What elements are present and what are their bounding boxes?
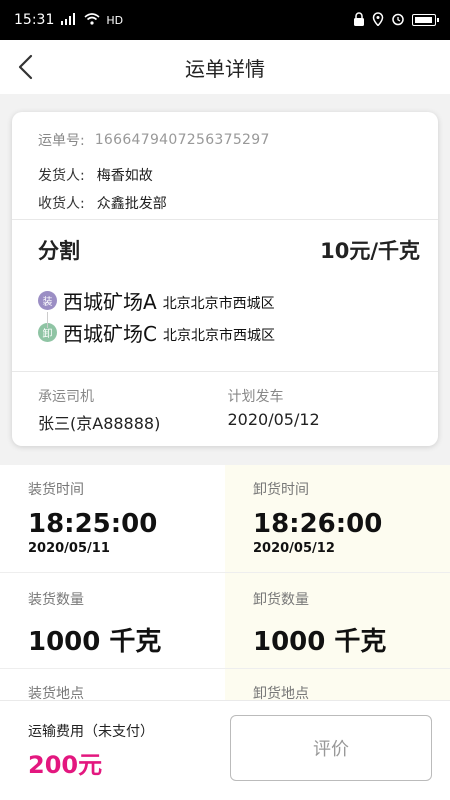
plan-departure-date: 2020/05/12	[227, 410, 320, 429]
load-time-label: 装货时间	[28, 482, 84, 498]
unload-date: 2020/05/12	[253, 541, 335, 556]
details-grid: 装货时间 18:25:00 2020/05/11 卸货时间 18:26:00 2…	[0, 465, 450, 700]
load-stop: 装 西城矿场A 北京北京市西城区	[38, 284, 420, 316]
bottom-bar: 运输费用（未支付） 200元 评价	[0, 700, 450, 800]
hd-icon: HD	[106, 13, 124, 27]
load-place-cell: 装货地点	[0, 669, 225, 700]
shipper-name: 梅香如故	[96, 168, 153, 184]
signal-icon	[60, 12, 78, 28]
waybill-info: 运单号: 1666479407256375297 发货人: 梅香如故 收货人: …	[12, 112, 438, 220]
location-icon	[372, 11, 384, 29]
unload-time: 18:26:00	[253, 509, 383, 539]
fee-label: 运输费用（未支付）	[28, 724, 154, 740]
load-place-label: 装货地点	[28, 686, 84, 700]
cargo-price: 10元/千克	[320, 239, 420, 263]
waybill-card: 运单号: 1666479407256375297 发货人: 梅香如故 收货人: …	[12, 112, 438, 446]
unload-place-label: 卸货地点	[253, 686, 309, 700]
route-connector	[47, 312, 48, 328]
unload-place-cell: 卸货地点	[225, 669, 450, 700]
wifi-icon	[84, 12, 100, 28]
status-time: 15:31	[14, 12, 55, 28]
waybill-number: 1666479407256375297	[94, 132, 270, 148]
load-qty-cell: 装货数量 1000 千克	[0, 573, 225, 668]
lock-icon	[353, 11, 365, 29]
waybill-number-label: 运单号:	[38, 133, 85, 149]
alarm-icon	[391, 12, 405, 29]
cargo-name: 分割	[38, 239, 80, 263]
battery-icon	[412, 14, 439, 26]
driver-label: 承运司机	[38, 389, 94, 405]
fee-amount: 200元	[28, 751, 103, 779]
load-place: 西城矿场A	[63, 289, 157, 314]
unload-address: 北京北京市西城区	[162, 328, 275, 344]
rate-button[interactable]: 评价	[230, 715, 432, 781]
unload-qty-label: 卸货数量	[253, 592, 309, 608]
load-time: 18:25:00	[28, 509, 158, 539]
driver-value: 张三(京A88888)	[38, 414, 161, 433]
unload-qty-cell: 卸货数量 1000 千克	[225, 573, 450, 668]
load-date: 2020/05/11	[28, 541, 110, 556]
route: 装 西城矿场A 北京北京市西城区 卸 西城矿场C 北京北京市西城区	[38, 284, 420, 348]
load-address: 北京北京市西城区	[162, 296, 275, 312]
cargo-route: 分割 10元/千克 装 西城矿场A 北京北京市西城区 卸 西城矿场C 北京北京市…	[12, 220, 438, 372]
plan-departure-label: 计划发车	[227, 389, 284, 405]
unload-stop: 卸 西城矿场C 北京北京市西城区	[38, 316, 420, 348]
nav-bar: 运单详情	[0, 40, 450, 94]
load-badge-icon: 装	[38, 290, 57, 310]
unload-time-cell: 卸货时间 18:26:00 2020/05/12	[225, 465, 450, 572]
back-icon[interactable]	[12, 52, 42, 82]
trip-info: 承运司机 张三(京A88888) 计划发车 2020/05/12	[12, 372, 438, 446]
consignee-label: 收货人:	[38, 196, 85, 212]
load-qty-label: 装货数量	[28, 592, 84, 608]
consignee-name: 众鑫批发部	[96, 196, 167, 212]
page-title: 运单详情	[185, 56, 265, 81]
load-time-cell: 装货时间 18:25:00 2020/05/11	[0, 465, 225, 572]
unload-time-label: 卸货时间	[253, 482, 309, 498]
status-bar: 15:31 HD	[0, 0, 450, 40]
unload-qty: 1000 千克	[253, 627, 387, 657]
shipper-label: 发货人:	[38, 168, 85, 184]
unload-place: 西城矿场C	[63, 321, 157, 346]
load-qty: 1000 千克	[28, 627, 162, 657]
